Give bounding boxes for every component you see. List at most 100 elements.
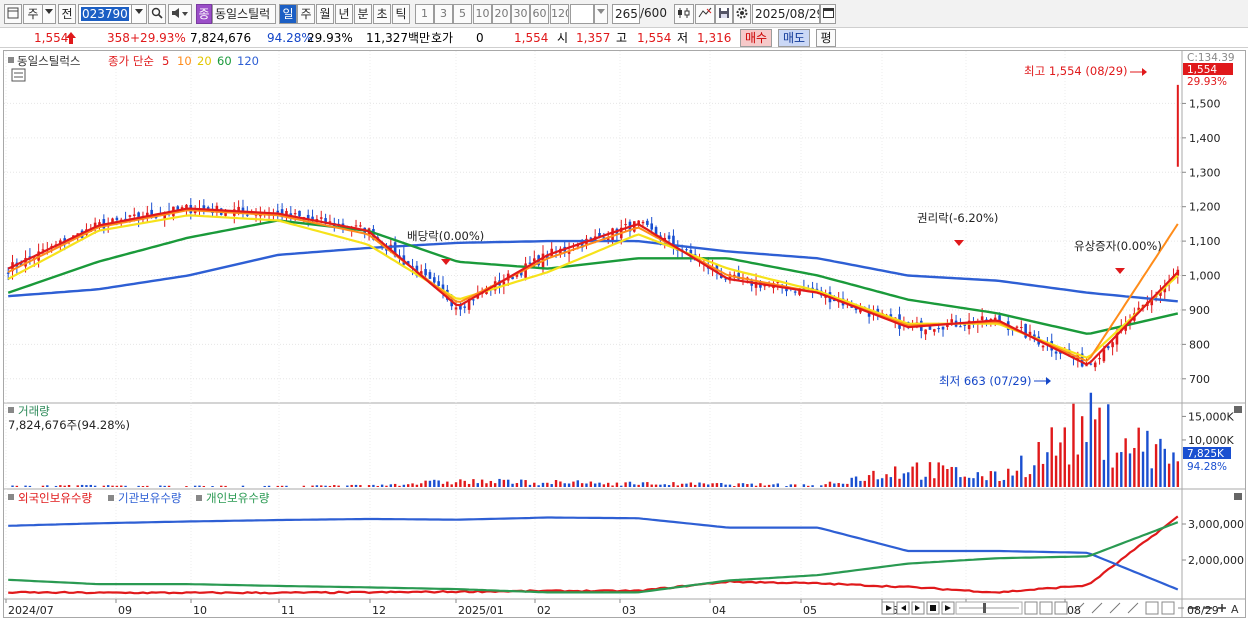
calc-icon[interactable] [11,68,26,82]
volume-bar [711,483,714,487]
avg-button[interactable]: 평 [816,29,836,47]
sell-button[interactable]: 매도 [778,29,810,47]
volume-bar [515,483,519,487]
legend-institution: 기관보유수량 [118,491,182,505]
calendar-icon[interactable] [820,4,836,24]
chart-area[interactable]: 동일스틸럭스 종가 단순 5 10 20 60 120 최고 1,554 (08… [3,50,1246,618]
volume-bar [994,471,997,487]
period-tab-1[interactable]: 주 [297,4,315,24]
open-label: 시 [557,31,569,45]
volume-bar [689,482,693,487]
candle-body [624,224,627,226]
period-tab-4[interactable]: 분 [354,4,372,24]
candle-body [1098,358,1101,360]
tool-square-icon-5[interactable] [1161,601,1175,615]
volume-bar [1011,475,1014,487]
interval-tab-30[interactable]: 30 [511,4,530,24]
ma5-label: 5 [162,54,169,68]
interval-tab-20[interactable]: 20 [492,4,511,24]
volume-value: 7,824,676 [190,31,252,45]
candle-body [328,221,332,223]
volume-bar [285,485,288,487]
interval-tab-3[interactable]: 3 [434,4,453,24]
period-tab-3[interactable]: 년 [335,4,353,24]
buy-button[interactable]: 매수 [740,29,772,47]
candle-type-icon[interactable] [674,4,694,24]
tool-square-icon-2[interactable] [1039,601,1053,615]
tool-square-icon-4[interactable] [1145,601,1159,615]
candle-body [685,249,688,251]
interval-tab-10[interactable]: 10 [473,4,492,24]
panel-menu-icon[interactable] [8,57,14,63]
volume-bar [333,485,336,487]
volume-bar [337,485,340,487]
volume-bar [1046,452,1049,487]
stock-chart[interactable]: 동일스틸럭스 종가 단순 5 10 20 60 120 최고 1,554 (08… [4,51,1245,617]
interval-tab-5[interactable]: 5 [453,4,472,24]
market-select[interactable]: 주 [23,4,43,24]
volume-bar [1059,442,1062,487]
date-input[interactable]: 2025/08/29 [752,4,820,24]
volume-bar [1172,452,1175,487]
holding-panel-menu-icon[interactable] [8,494,14,500]
zoom-slider-handle[interactable] [983,603,986,613]
volume-bar [863,480,866,487]
interval-dropdown-icon[interactable] [594,4,608,24]
volume-bar [880,478,884,487]
volume-bar [563,483,566,487]
speaker-icon[interactable] [168,4,192,24]
volume-bar [624,482,627,487]
tool-square-icon-3[interactable] [1054,601,1068,615]
volume-bar [24,485,27,487]
interval-tab-60[interactable]: 60 [530,4,549,24]
period-tab-5[interactable]: 초 [373,4,391,24]
volume-bar [193,485,197,487]
volume-bar [1107,404,1110,487]
volume-bar [524,480,527,487]
volume-panel-menu-icon[interactable] [8,407,14,413]
volume-bar [541,482,545,487]
period-tab-6[interactable]: 틱 [392,4,410,24]
save-icon[interactable] [715,4,733,24]
ma-prefix: 종가 단순 [108,54,154,68]
volume-bar [1120,452,1123,487]
period-tab-0[interactable]: 일 [279,4,297,24]
line-tool-icon[interactable] [695,4,715,24]
volume-bar [167,485,171,487]
volume-current-ratio: 94.28% [1187,461,1227,473]
market-dropdown-icon[interactable] [42,4,56,24]
volume-bar [185,486,188,487]
interval-tab-120[interactable]: 120 [550,4,569,24]
count-input[interactable]: 265 [612,4,640,24]
prev-button[interactable]: 전 [58,4,76,24]
volume-bar [811,485,814,487]
chart-menu-icon[interactable] [4,4,22,24]
search-icon[interactable] [148,4,166,24]
volume-bar [785,486,788,487]
volume-bar [398,485,401,487]
volume-bar [415,484,419,487]
open-price: 1,357 [576,31,611,45]
volume-bar [841,483,845,487]
volume-bar [659,484,662,487]
tool-square-icon[interactable] [1024,601,1038,615]
volume-bar [1020,455,1023,487]
code-dropdown-icon[interactable] [131,4,147,24]
settings-gear-icon[interactable] [733,4,751,24]
volume-bar [1176,461,1180,487]
volume-bar [889,477,893,487]
holding-panel-close-icon[interactable] [1234,493,1242,500]
stock-code-input[interactable]: 023790 [78,4,132,24]
period-tab-2[interactable]: 월 [316,4,334,24]
price-change: 358 [107,31,130,45]
volume-panel-close-icon[interactable] [1234,406,1242,413]
volume-bar [224,485,227,487]
candle-body [1106,346,1110,349]
font-size-icon[interactable]: A [1231,603,1239,616]
interval-input[interactable] [570,4,594,24]
volume-bar [141,486,145,487]
volume-bar [654,484,658,487]
volume-bar [393,483,397,487]
ma10-label: 10 [177,54,192,68]
interval-tab-1[interactable]: 1 [415,4,434,24]
